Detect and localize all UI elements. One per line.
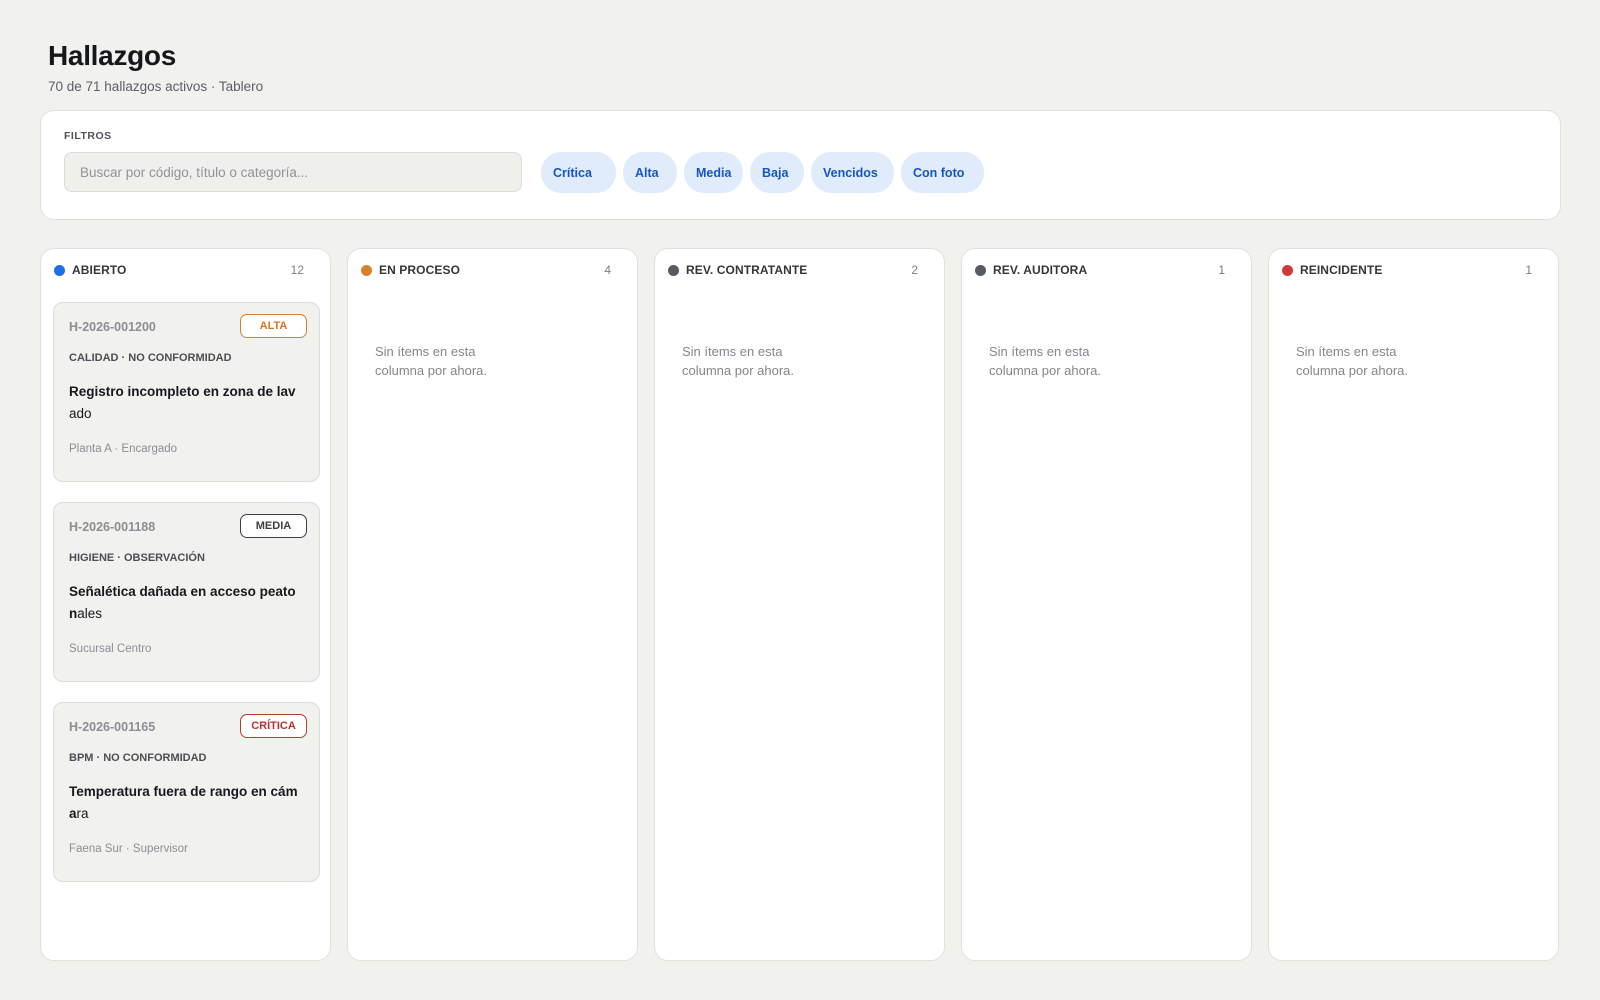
filter-chip-media[interactable]: Media	[684, 152, 743, 193]
column-count: 4	[604, 263, 611, 277]
filter-chip-con-foto[interactable]: Con foto	[901, 152, 984, 193]
card-title: Señalética dañada en acceso peatonales	[69, 581, 301, 625]
card-title: Temperatura fuera de rango en cámara	[69, 781, 301, 825]
column-title: REINCIDENTE	[1300, 263, 1383, 277]
filters-label: FILTROS	[64, 130, 112, 142]
card-category: CALIDAD · NO CONFORMIDAD	[69, 352, 232, 364]
column-header: EN PROCESO 4	[361, 262, 611, 278]
search-input[interactable]	[64, 152, 522, 192]
card-code: H-2026-001188	[69, 520, 156, 534]
card-title-rest: ado	[69, 406, 92, 421]
column-count: 1	[1525, 263, 1532, 277]
filters-panel: FILTROS Crítica Alta Media Baja Vencidos…	[40, 110, 1561, 220]
filter-chip-vencidos[interactable]: Vencidos	[811, 152, 894, 193]
column-empty-message: Sin ítems en esta columna por ahora.	[375, 344, 488, 378]
finding-card[interactable]: H-2026-001188 MEDIA HIGIENE · OBSERVACIÓ…	[53, 502, 320, 682]
card-category: HIGIENE · OBSERVACIÓN	[69, 552, 205, 564]
finding-card[interactable]: H-2026-001200 ALTA CALIDAD · NO CONFORMI…	[53, 302, 320, 482]
page-subtitle: 70 de 71 hallazgos activos · Tablero	[48, 79, 264, 94]
card-title-rest: ra	[76, 806, 89, 821]
column-count: 2	[911, 263, 918, 277]
card-code: H-2026-001200	[69, 320, 156, 334]
card-meta: Sucursal Centro	[69, 643, 152, 655]
column-count: 12	[290, 263, 304, 277]
finding-card[interactable]: H-2026-001165 CRÍTICA BPM · NO CONFORMID…	[53, 702, 320, 882]
column-title: ABIERTO	[72, 263, 127, 277]
column-empty-message: Sin ítems en esta columna por ahora.	[989, 344, 1102, 378]
severity-badge: ALTA	[240, 314, 307, 338]
column-title: REV. AUDITORA	[993, 263, 1088, 277]
column-empty-message: Sin ítems en esta columna por ahora.	[682, 344, 795, 378]
column-header: ABIERTO 12	[54, 262, 304, 278]
status-dot-icon	[975, 264, 986, 276]
card-title-bold: Registro incompleto en zona de lav	[69, 384, 296, 399]
severity-badge: CRÍTICA	[240, 714, 307, 738]
card-meta: Planta A · Encargado	[69, 443, 178, 455]
column-reincidente: REINCIDENTE 1 Sin ítems en esta columna …	[1268, 248, 1559, 961]
column-title: EN PROCESO	[379, 263, 461, 277]
filter-chips: Crítica Alta Media Baja Vencidos Con fot…	[541, 152, 984, 193]
column-header: REV. AUDITORA 1	[975, 262, 1225, 278]
column-rev-auditora: REV. AUDITORA 1 Sin ítems en esta column…	[961, 248, 1252, 961]
card-title-bold: Señalética dañada en acceso peaton	[69, 584, 296, 621]
severity-badge: MEDIA	[240, 514, 307, 538]
filter-chip-baja[interactable]: Baja	[750, 152, 804, 193]
filter-chip-alta[interactable]: Alta	[623, 152, 677, 193]
column-empty-message: Sin ítems en esta columna por ahora.	[1296, 344, 1409, 378]
card-title-bold: Temperatura fuera de rango en cáma	[69, 784, 298, 821]
card-code: H-2026-001165	[69, 720, 156, 734]
card-list: H-2026-001200 ALTA CALIDAD · NO CONFORMI…	[53, 302, 320, 882]
column-rev-contratante: REV. CONTRATANTE 2 Sin ítems en esta col…	[654, 248, 945, 961]
column-title: REV. CONTRATANTE	[686, 263, 808, 277]
card-title-rest: ales	[77, 606, 103, 621]
status-dot-icon	[54, 264, 65, 276]
card-category: BPM · NO CONFORMIDAD	[69, 752, 207, 764]
filter-chip-critica[interactable]: Crítica	[541, 152, 616, 193]
card-meta: Faena Sur · Supervisor	[69, 843, 188, 855]
column-en-proceso: EN PROCESO 4 Sin ítems en esta columna p…	[347, 248, 638, 961]
column-abierto: ABIERTO 12 H-2026-001200 ALTA CALIDAD · …	[40, 248, 331, 961]
column-header: REV. CONTRATANTE 2	[668, 262, 918, 278]
card-title: Registro incompleto en zona de lav ado	[69, 381, 301, 425]
page-title: Hallazgos	[48, 40, 177, 71]
column-count: 1	[1218, 263, 1225, 277]
status-dot-icon	[1282, 264, 1293, 276]
status-dot-icon	[668, 264, 679, 276]
status-dot-icon	[361, 264, 372, 276]
column-header: REINCIDENTE 1	[1282, 262, 1532, 278]
kanban-board: ABIERTO 12 H-2026-001200 ALTA CALIDAD · …	[40, 248, 1559, 961]
